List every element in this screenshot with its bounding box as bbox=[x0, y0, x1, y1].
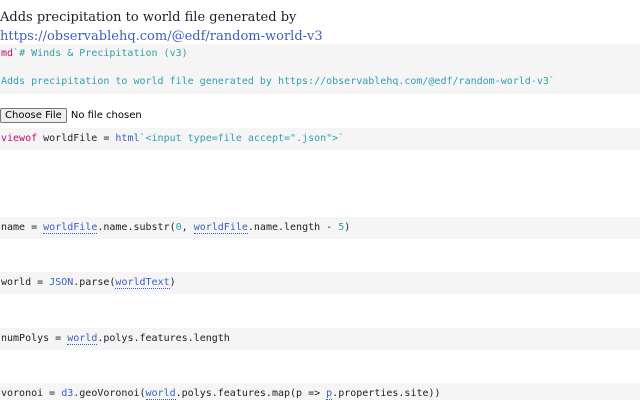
voronoi-cell[interactable]: voronoi = d3.geoVoronoi(world.polys.feat… bbox=[0, 383, 640, 400]
md-heading-string: `# Winds & Precipitation (v3) bbox=[13, 48, 188, 59]
name-assign: name = bbox=[1, 222, 44, 233]
world-ref[interactable]: world bbox=[67, 333, 98, 345]
comma: , bbox=[181, 222, 194, 233]
intro-text: Adds precipitation to world file generat… bbox=[0, 10, 297, 25]
parse-call: .parse( bbox=[73, 277, 116, 288]
name-cell[interactable]: name = worldFile.name.substr(0, worldFil… bbox=[0, 217, 640, 239]
numpolys-cell[interactable]: numPolys = world.polys.features.length bbox=[0, 328, 640, 350]
md-keyword: md bbox=[1, 48, 14, 59]
worldfile-ref[interactable]: worldFile bbox=[43, 222, 98, 234]
worldfile-name: worldFile = bbox=[37, 133, 116, 144]
voronoi-code: voronoi = d3.geoVoronoi(world.polys.feat… bbox=[1, 387, 441, 400]
world-ref[interactable]: world bbox=[145, 388, 176, 400]
md-source-line-1: md`# Winds & Precipitation (v3) bbox=[1, 47, 188, 60]
intro-paragraph: Adds precipitation to world file generat… bbox=[0, 8, 640, 46]
html-tag: html bbox=[115, 133, 140, 144]
name-substr: .name.substr( bbox=[97, 222, 176, 233]
choose-file-button[interactable]: Choose File bbox=[0, 107, 67, 123]
properties-site: .properties.site)) bbox=[332, 388, 441, 399]
md-body-string: Adds precipitation to world file generat… bbox=[1, 76, 555, 87]
name-length: .name.length - bbox=[247, 222, 339, 233]
file-status-text: No file chosen bbox=[70, 109, 142, 121]
worldtext-ref[interactable]: worldText bbox=[115, 277, 170, 289]
world-code: world = JSON.parse(worldText) bbox=[1, 276, 176, 289]
worldfile-code: viewof worldFile = html`<input type=file… bbox=[1, 132, 344, 145]
world-cell[interactable]: world = JSON.parse(worldText) bbox=[0, 272, 640, 294]
md-source-cell[interactable]: md`# Winds & Precipitation (v3) Adds pre… bbox=[0, 44, 640, 94]
file-input[interactable]: Choose File No file chosen bbox=[0, 107, 142, 123]
numpolys-code: numPolys = world.polys.features.length bbox=[1, 332, 230, 345]
name-code: name = worldFile.name.substr(0, worldFil… bbox=[1, 221, 350, 234]
close-paren: ) bbox=[344, 222, 351, 233]
features-map: .polys.features.map(p => bbox=[175, 388, 327, 399]
md-source-line-2: Adds precipitation to world file generat… bbox=[1, 75, 555, 88]
world-assign: world = bbox=[1, 277, 50, 288]
worldfile-cell[interactable]: viewof worldFile = html`<input type=file… bbox=[0, 128, 640, 150]
voronoi-assign: voronoi = bbox=[1, 388, 62, 399]
geovoronoi-call: .geoVoronoi( bbox=[73, 388, 146, 399]
close-paren: ) bbox=[169, 277, 176, 288]
viewof-keyword: viewof bbox=[1, 133, 38, 144]
d3-ref: d3 bbox=[61, 388, 74, 399]
json-builtin: JSON bbox=[49, 277, 74, 288]
features-length: .polys.features.length bbox=[97, 333, 230, 344]
input-template-string: `<input type=file accept=".json">` bbox=[139, 133, 345, 144]
numpolys-assign: numPolys = bbox=[1, 333, 68, 344]
random-world-link[interactable]: https://observablehq.com/@edf/random-wor… bbox=[0, 29, 323, 44]
worldfile-ref[interactable]: worldFile bbox=[193, 222, 248, 234]
